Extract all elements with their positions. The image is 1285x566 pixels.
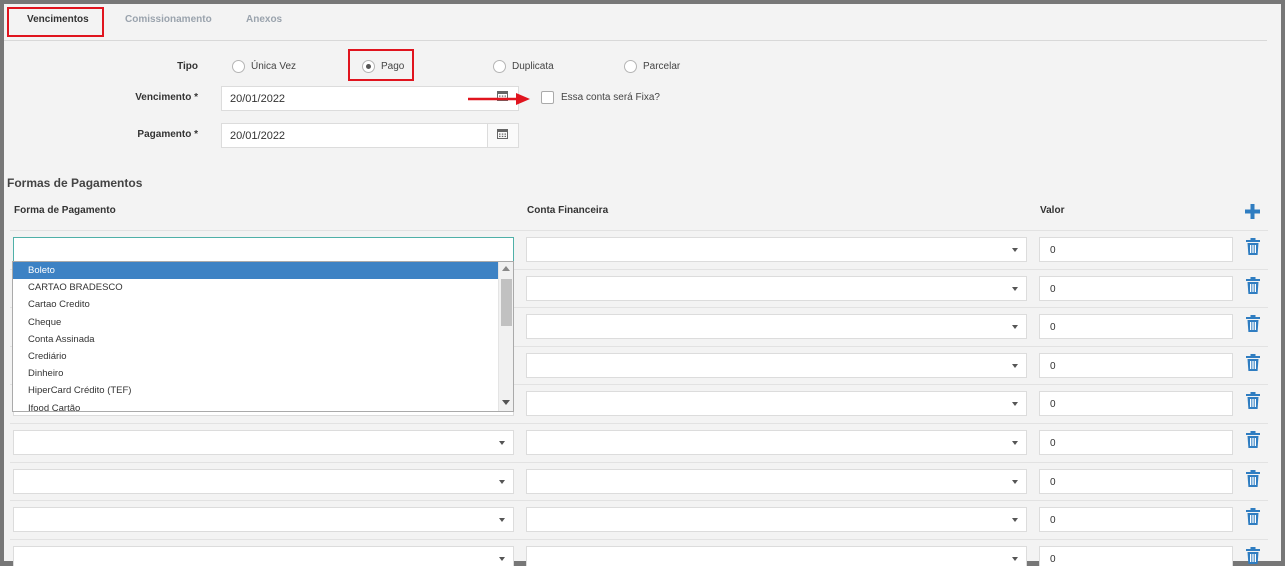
trash-icon[interactable] <box>1246 508 1260 525</box>
forma-dropdown-list[interactable]: Boleto CARTAO BRADESCO Cartao Credito Chequ… <box>12 261 514 412</box>
trash-icon[interactable] <box>1246 431 1260 448</box>
dropdown-option[interactable]: Boleto <box>13 262 498 279</box>
valor-input[interactable]: 0 <box>1039 469 1233 494</box>
radio-duplicata[interactable] <box>493 60 506 73</box>
col-header-forma: Forma de Pagamento <box>14 205 116 216</box>
annotation-box-pago <box>348 49 414 81</box>
radio-unica-vez-label[interactable]: Única Vez <box>251 61 296 72</box>
dropdown-option[interactable]: Conta Assinada <box>13 331 498 348</box>
row-divider <box>10 462 1268 463</box>
chevron-down-icon <box>1012 518 1018 522</box>
forma-select[interactable] <box>13 507 514 532</box>
forma-search-input[interactable] <box>13 237 514 262</box>
vencimento-label: Vencimento * <box>135 92 198 103</box>
conta-financeira-select[interactable] <box>526 546 1027 566</box>
radio-parcelar[interactable] <box>624 60 637 73</box>
trash-icon[interactable] <box>1246 392 1260 409</box>
chevron-down-icon <box>1012 480 1018 484</box>
scroll-down-icon[interactable] <box>502 400 510 405</box>
conta-financeira-select[interactable] <box>526 314 1027 339</box>
forma-select[interactable] <box>13 430 514 455</box>
trash-icon[interactable] <box>1246 547 1260 564</box>
chevron-down-icon <box>499 557 505 561</box>
dropdown-option[interactable]: Cheque <box>13 314 498 331</box>
valor-value[interactable]: 0 <box>1050 361 1056 372</box>
scroll-up-icon[interactable] <box>502 266 510 271</box>
valor-value[interactable]: 0 <box>1050 284 1056 295</box>
row-divider <box>10 539 1268 540</box>
valor-input[interactable]: 0 <box>1039 507 1233 532</box>
dropdown-option[interactable]: CARTAO BRADESCO <box>13 279 498 296</box>
valor-value[interactable]: 0 <box>1050 245 1056 256</box>
vencimento-value[interactable]: 20/01/2022 <box>230 93 285 105</box>
chevron-down-icon <box>1012 364 1018 368</box>
tipo-label: Tipo <box>177 61 198 72</box>
annotation-arrow-icon <box>468 92 530 106</box>
pagamento-value[interactable]: 20/01/2022 <box>230 130 285 142</box>
forma-select[interactable] <box>13 546 514 566</box>
pagamento-date-field[interactable]: 20/01/2022 <box>221 123 519 148</box>
col-header-valor: Valor <box>1040 205 1065 216</box>
trash-icon[interactable] <box>1246 277 1260 294</box>
row-divider <box>10 423 1268 424</box>
trash-icon[interactable] <box>1246 354 1260 371</box>
dropdown-scrollbar[interactable] <box>498 262 513 411</box>
conta-financeira-select[interactable] <box>526 430 1027 455</box>
chevron-down-icon <box>1012 557 1018 561</box>
tab-comissionamento[interactable]: Comissionamento <box>125 14 212 25</box>
valor-input[interactable]: 0 <box>1039 276 1233 301</box>
conta-financeira-select[interactable] <box>526 507 1027 532</box>
valor-value[interactable]: 0 <box>1050 438 1056 449</box>
chevron-down-icon <box>499 480 505 484</box>
chevron-down-icon <box>499 441 505 445</box>
valor-value[interactable]: 0 <box>1050 477 1056 488</box>
conta-financeira-select[interactable] <box>526 391 1027 416</box>
valor-input[interactable]: 0 <box>1039 314 1233 339</box>
formas-title: Formas de Pagamentos <box>7 176 143 190</box>
valor-input[interactable]: 0 <box>1039 546 1233 566</box>
radio-unica-vez[interactable] <box>232 60 245 73</box>
calendar-icon[interactable] <box>497 128 508 139</box>
valor-input[interactable]: 0 <box>1039 237 1233 262</box>
plus-icon[interactable] <box>1245 204 1260 219</box>
chevron-down-icon <box>499 518 505 522</box>
valor-input[interactable]: 0 <box>1039 353 1233 378</box>
chevron-down-icon <box>1012 325 1018 329</box>
row-divider <box>10 230 1268 231</box>
dropdown-option[interactable]: Cartao Credito <box>13 296 498 313</box>
annotation-box-tab <box>7 7 104 37</box>
trash-icon[interactable] <box>1246 238 1260 255</box>
valor-input[interactable]: 0 <box>1039 391 1233 416</box>
chevron-down-icon <box>1012 248 1018 252</box>
pagamento-label: Pagamento * <box>137 129 198 140</box>
scrollbar-thumb[interactable] <box>501 279 512 326</box>
tab-anexos[interactable]: Anexos <box>246 14 282 25</box>
dropdown-option[interactable]: Ifood Cartão <box>13 400 498 411</box>
chevron-down-icon <box>1012 402 1018 406</box>
valor-value[interactable]: 0 <box>1050 322 1056 333</box>
conta-financeira-select[interactable] <box>526 353 1027 378</box>
dropdown-option[interactable]: Dinheiro <box>13 365 498 382</box>
fixa-label[interactable]: Essa conta será Fixa? <box>561 92 660 103</box>
trash-icon[interactable] <box>1246 470 1260 487</box>
forma-select[interactable] <box>13 469 514 494</box>
valor-value[interactable]: 0 <box>1050 515 1056 526</box>
valor-value[interactable]: 0 <box>1050 554 1056 565</box>
radio-parcelar-label[interactable]: Parcelar <box>643 61 680 72</box>
conta-financeira-select[interactable] <box>526 469 1027 494</box>
conta-financeira-select[interactable] <box>526 237 1027 262</box>
valor-input[interactable]: 0 <box>1039 430 1233 455</box>
radio-duplicata-label[interactable]: Duplicata <box>512 61 554 72</box>
chevron-down-icon <box>1012 441 1018 445</box>
dropdown-option[interactable]: Crediário <box>13 348 498 365</box>
fixa-checkbox[interactable] <box>541 91 554 104</box>
row-divider <box>10 500 1268 501</box>
trash-icon[interactable] <box>1246 315 1260 332</box>
dropdown-option[interactable]: HiperCard Crédito (TEF) <box>13 382 498 399</box>
col-header-conta: Conta Financeira <box>527 205 609 216</box>
chevron-down-icon <box>1012 287 1018 291</box>
valor-value[interactable]: 0 <box>1050 399 1056 410</box>
conta-financeira-select[interactable] <box>526 276 1027 301</box>
